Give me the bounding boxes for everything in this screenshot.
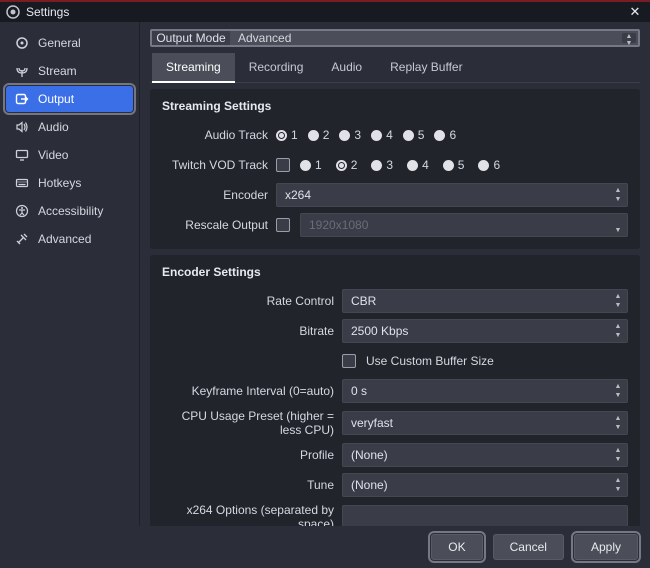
twitch-vod-label: Twitch VOD Track xyxy=(162,158,276,172)
streaming-settings-panel: Streaming Settings Audio Track 1 2 3 4 5… xyxy=(150,89,640,249)
dropdown-stepper-icon[interactable]: ▲▼ xyxy=(611,476,625,494)
antenna-icon xyxy=(14,64,30,78)
twitch-vod-field: 1 2 3 4 5 6 xyxy=(276,158,628,172)
x264-opts-label: x264 Options (separated by space) xyxy=(162,503,342,526)
audio-track-radio-2[interactable]: 2 xyxy=(308,128,330,142)
twitch-vod-radio-6[interactable]: 6 xyxy=(478,158,500,172)
chevron-down-icon[interactable]: ▼ xyxy=(611,216,625,234)
apply-button[interactable]: Apply xyxy=(574,534,638,560)
audio-track-label: Audio Track xyxy=(162,128,276,142)
tune-label: Tune xyxy=(162,478,342,492)
sidebar-item-general[interactable]: General xyxy=(6,30,133,56)
accessibility-icon xyxy=(14,204,30,218)
rescale-row: Rescale Output 1920x1080 ▼ xyxy=(162,213,628,237)
sidebar-item-video[interactable]: Video xyxy=(6,142,133,168)
titlebar: Settings ✕ xyxy=(0,0,650,22)
twitch-vod-radio-5[interactable]: 5 xyxy=(443,158,465,172)
encoder-settings-panel: Encoder Settings Rate Control CBR▲▼ Bitr… xyxy=(150,255,640,526)
encoder-label: Encoder xyxy=(162,188,276,202)
tools-icon xyxy=(14,232,30,246)
output-icon xyxy=(14,92,30,106)
sidebar-item-label: Advanced xyxy=(38,232,91,246)
sidebar-item-hotkeys[interactable]: Hotkeys xyxy=(6,170,133,196)
twitch-vod-radio-4[interactable]: 4 xyxy=(407,158,429,172)
bitrate-input[interactable]: 2500 Kbps▲▼ xyxy=(342,319,628,343)
rescale-label: Rescale Output xyxy=(162,218,276,232)
profile-select[interactable]: (None)▲▼ xyxy=(342,443,628,467)
close-icon[interactable]: ✕ xyxy=(626,4,644,20)
tab-recording[interactable]: Recording xyxy=(235,53,318,82)
output-tabs: Streaming Recording Audio Replay Buffer xyxy=(150,53,640,83)
audio-track-radio-5[interactable]: 5 xyxy=(403,128,425,142)
rate-control-select[interactable]: CBR▲▼ xyxy=(342,289,628,313)
dropdown-stepper-icon[interactable]: ▲▼ xyxy=(611,292,625,310)
dropdown-stepper-icon[interactable]: ▲▼ xyxy=(611,414,625,432)
audio-track-radio-1[interactable]: 1 xyxy=(276,128,298,142)
custom-buffer-label: Use Custom Buffer Size xyxy=(366,354,494,368)
bitrate-label: Bitrate xyxy=(162,324,342,338)
sidebar-item-accessibility[interactable]: Accessibility xyxy=(6,198,133,224)
twitch-vod-checkbox[interactable] xyxy=(276,158,290,172)
sidebar-item-audio[interactable]: Audio xyxy=(6,114,133,140)
sidebar-item-label: Output xyxy=(38,92,74,106)
dropdown-stepper-icon[interactable]: ▲▼ xyxy=(611,446,625,464)
window-title: Settings xyxy=(26,5,626,19)
x264-opts-input[interactable] xyxy=(342,505,628,526)
keyboard-icon xyxy=(14,176,30,190)
encoder-row: Encoder x264 ▲▼ xyxy=(162,183,628,207)
twitch-vod-radio-1[interactable]: 1 xyxy=(300,158,322,172)
sidebar-item-stream[interactable]: Stream xyxy=(6,58,133,84)
cancel-button[interactable]: Cancel xyxy=(493,534,564,560)
keyframe-input[interactable]: 0 s▲▼ xyxy=(342,379,628,403)
cpu-preset-label: CPU Usage Preset (higher = less CPU) xyxy=(162,409,342,437)
dropdown-stepper-icon[interactable]: ▲▼ xyxy=(611,186,625,204)
twitch-vod-row: Twitch VOD Track 1 2 3 4 5 6 xyxy=(162,153,628,177)
app-icon xyxy=(6,5,20,19)
streaming-settings-heading: Streaming Settings xyxy=(162,99,628,113)
ok-button[interactable]: OK xyxy=(431,534,482,560)
output-mode-label: Output Mode xyxy=(152,31,230,45)
sidebar-item-label: Accessibility xyxy=(38,204,103,218)
main-panel: Output Mode Advanced ▲▼ Streaming Record… xyxy=(140,22,650,526)
dialog-footer: OK Cancel Apply xyxy=(0,526,650,568)
dropdown-stepper-icon[interactable]: ▲▼ xyxy=(622,33,636,43)
encoder-settings-heading: Encoder Settings xyxy=(162,265,628,279)
spinner-icon[interactable]: ▲▼ xyxy=(611,322,625,340)
custom-buffer-checkbox[interactable] xyxy=(342,354,356,368)
rescale-checkbox[interactable] xyxy=(276,218,290,232)
tab-audio[interactable]: Audio xyxy=(317,53,376,82)
audio-track-radio-3[interactable]: 3 xyxy=(339,128,361,142)
sidebar-item-label: Stream xyxy=(38,64,77,78)
audio-track-row: Audio Track 1 2 3 4 5 6 xyxy=(162,123,628,147)
sidebar-item-label: General xyxy=(38,36,81,50)
sidebar-item-label: Hotkeys xyxy=(38,176,81,190)
sidebar-item-label: Audio xyxy=(38,120,69,134)
output-mode-select[interactable]: Advanced ▲▼ xyxy=(230,31,638,45)
speaker-icon xyxy=(14,120,30,134)
gear-icon xyxy=(14,36,30,50)
audio-track-radio-6[interactable]: 6 xyxy=(434,128,456,142)
twitch-vod-radio-2[interactable]: 2 xyxy=(336,158,358,172)
encoder-select[interactable]: x264 ▲▼ xyxy=(276,183,628,207)
sidebar-item-output[interactable]: Output xyxy=(6,86,133,112)
cpu-preset-select[interactable]: veryfast▲▼ xyxy=(342,411,628,435)
output-mode-row: Output Mode Advanced ▲▼ xyxy=(150,29,640,47)
spinner-icon[interactable]: ▲▼ xyxy=(611,382,625,400)
keyframe-label: Keyframe Interval (0=auto) xyxy=(162,384,342,398)
tab-streaming[interactable]: Streaming xyxy=(152,53,235,83)
sidebar: General Stream Output Audio Video Hotkey… xyxy=(0,22,140,526)
output-mode-value: Advanced xyxy=(238,31,291,45)
rate-control-label: Rate Control xyxy=(162,294,342,308)
audio-track-radio-4[interactable]: 4 xyxy=(371,128,393,142)
tab-replay-buffer[interactable]: Replay Buffer xyxy=(376,53,477,82)
profile-label: Profile xyxy=(162,448,342,462)
audio-track-radios: 1 2 3 4 5 6 xyxy=(276,128,628,142)
sidebar-item-advanced[interactable]: Advanced xyxy=(6,226,133,252)
monitor-icon xyxy=(14,148,30,162)
sidebar-item-label: Video xyxy=(38,148,68,162)
twitch-vod-radio-3[interactable]: 3 xyxy=(371,158,393,172)
tune-select[interactable]: (None)▲▼ xyxy=(342,473,628,497)
rescale-select[interactable]: 1920x1080 ▼ xyxy=(300,213,628,237)
